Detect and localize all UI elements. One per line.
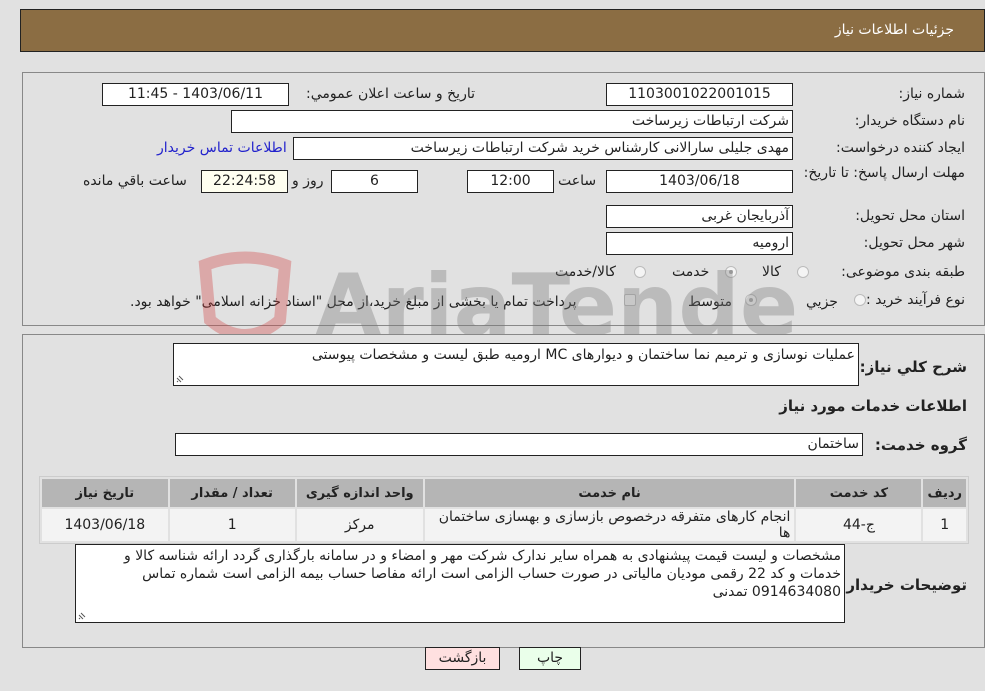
col-header-row-number: ردیف [923,479,966,507]
buyer-notes-label: توضیحات خریدار: [840,576,967,594]
province-label: استان محل تحویل: [855,208,965,224]
announce-label: تاریخ و ساعت اعلان عمومي: [306,86,475,102]
cell-quantity: 1 [169,509,295,541]
buyer-org-label: نام دستگاه خریدار: [854,113,965,129]
description-textarea[interactable]: عملیات نوسازی و ترمیم نما ساختمان و دیوا… [173,343,859,386]
city-field[interactable]: ارومیه [606,232,793,255]
days-label: روز و [292,173,324,189]
time-remaining-field[interactable]: 22:24:58 [201,170,288,193]
table-header-row: ردیف کد خدمت نام خدمت واحد اندازه گیری ت… [42,479,966,507]
creator-label: ایجاد کننده درخواست: [836,140,965,156]
category-option-goods-service: کالا/خدمت [555,264,616,280]
col-header-service-code: کد خدمت [796,479,922,507]
need-number-field[interactable]: 1103001022001015 [606,83,793,106]
deadline-date-field[interactable]: 1403/06/18 [606,170,793,193]
category-radio-service[interactable] [725,266,737,278]
services-heading: اطلاعات خدمات مورد نیاز [779,397,967,415]
category-label: طبقه بندی موضوعی: [841,264,965,280]
buyer-notes-textarea[interactable]: مشخصات و لیست قیمت پیشنهادی به همراه سای… [75,544,845,623]
category-option-goods: کالا [762,264,781,280]
treasury-checkbox[interactable] [624,294,636,306]
treasury-note: پرداخت تمام یا بخشی از مبلغ خرید،از محل … [130,294,577,310]
service-group-field[interactable]: ساختمان [175,433,863,456]
deadline-time-field[interactable]: 12:00 [467,170,554,193]
category-radio-goods-service[interactable] [634,266,646,278]
services-table: ردیف کد خدمت نام خدمت واحد اندازه گیری ت… [39,476,969,544]
col-header-need-date: تاریخ نیاز [42,479,168,507]
resize-grip-icon[interactable] [78,612,86,620]
buyer-org-field[interactable]: شرکت ارتباطات زیرساخت [231,110,793,133]
print-button[interactable]: چاپ [519,647,581,670]
process-radio-minor[interactable] [854,294,866,306]
page-header: جزئیات اطلاعات نیاز [20,9,985,52]
province-field[interactable]: آذربایجان غربی [606,205,793,228]
category-option-service: خدمت [672,264,710,280]
page-title: جزئیات اطلاعات نیاز [834,22,954,38]
cell-row-number: 1 [923,509,966,541]
creator-field[interactable]: مهدی جلیلی سارالانی کارشناس خرید شرکت ار… [293,137,793,160]
need-number-label: شماره نیاز: [898,86,966,102]
deadline-label: مهلت ارسال پاسخ: تا تاریخ: [803,165,965,181]
service-group-label: گروه خدمت: [874,436,967,454]
category-radio-goods[interactable] [797,266,809,278]
days-remaining-field[interactable]: 6 [331,170,418,193]
city-label: شهر محل تحویل: [863,235,965,251]
cell-service-name: انجام کارهای متفرقه درخصوص بازسازی و بهس… [424,509,795,541]
process-radio-medium[interactable] [745,294,757,306]
col-header-service-name: نام خدمت [424,479,795,507]
announce-datetime-field[interactable]: 1403/06/11 - 11:45 [102,83,289,106]
resize-grip-icon[interactable] [176,375,184,383]
col-header-unit: واحد اندازه گیری [296,479,423,507]
process-option-minor: جزيي [806,294,838,310]
col-header-quantity: تعداد / مقدار [169,479,295,507]
back-button[interactable]: بازگشت [425,647,500,670]
description-text: عملیات نوسازی و ترمیم نما ساختمان و دیوا… [311,347,855,363]
cell-service-code: ج-44 [796,509,922,541]
table-row[interactable]: 1 ج-44 انجام کارهای متفرقه درخصوص بازساز… [42,509,966,541]
cell-need-date: 1403/06/18 [42,509,168,541]
cell-unit: مرکز [296,509,423,541]
description-label: شرح کلي نیاز: [859,358,967,376]
process-option-medium: متوسط [688,294,732,310]
process-label: نوع فرآیند خرید : [866,292,965,308]
time-remaining-label: ساعت باقي مانده [83,173,187,189]
buyer-contact-link[interactable]: اطلاعات تماس خریدار [157,140,287,156]
buyer-notes-text: مشخصات و لیست قیمت پیشنهادی به همراه سای… [123,548,841,600]
deadline-time-label: ساعت [558,173,597,189]
